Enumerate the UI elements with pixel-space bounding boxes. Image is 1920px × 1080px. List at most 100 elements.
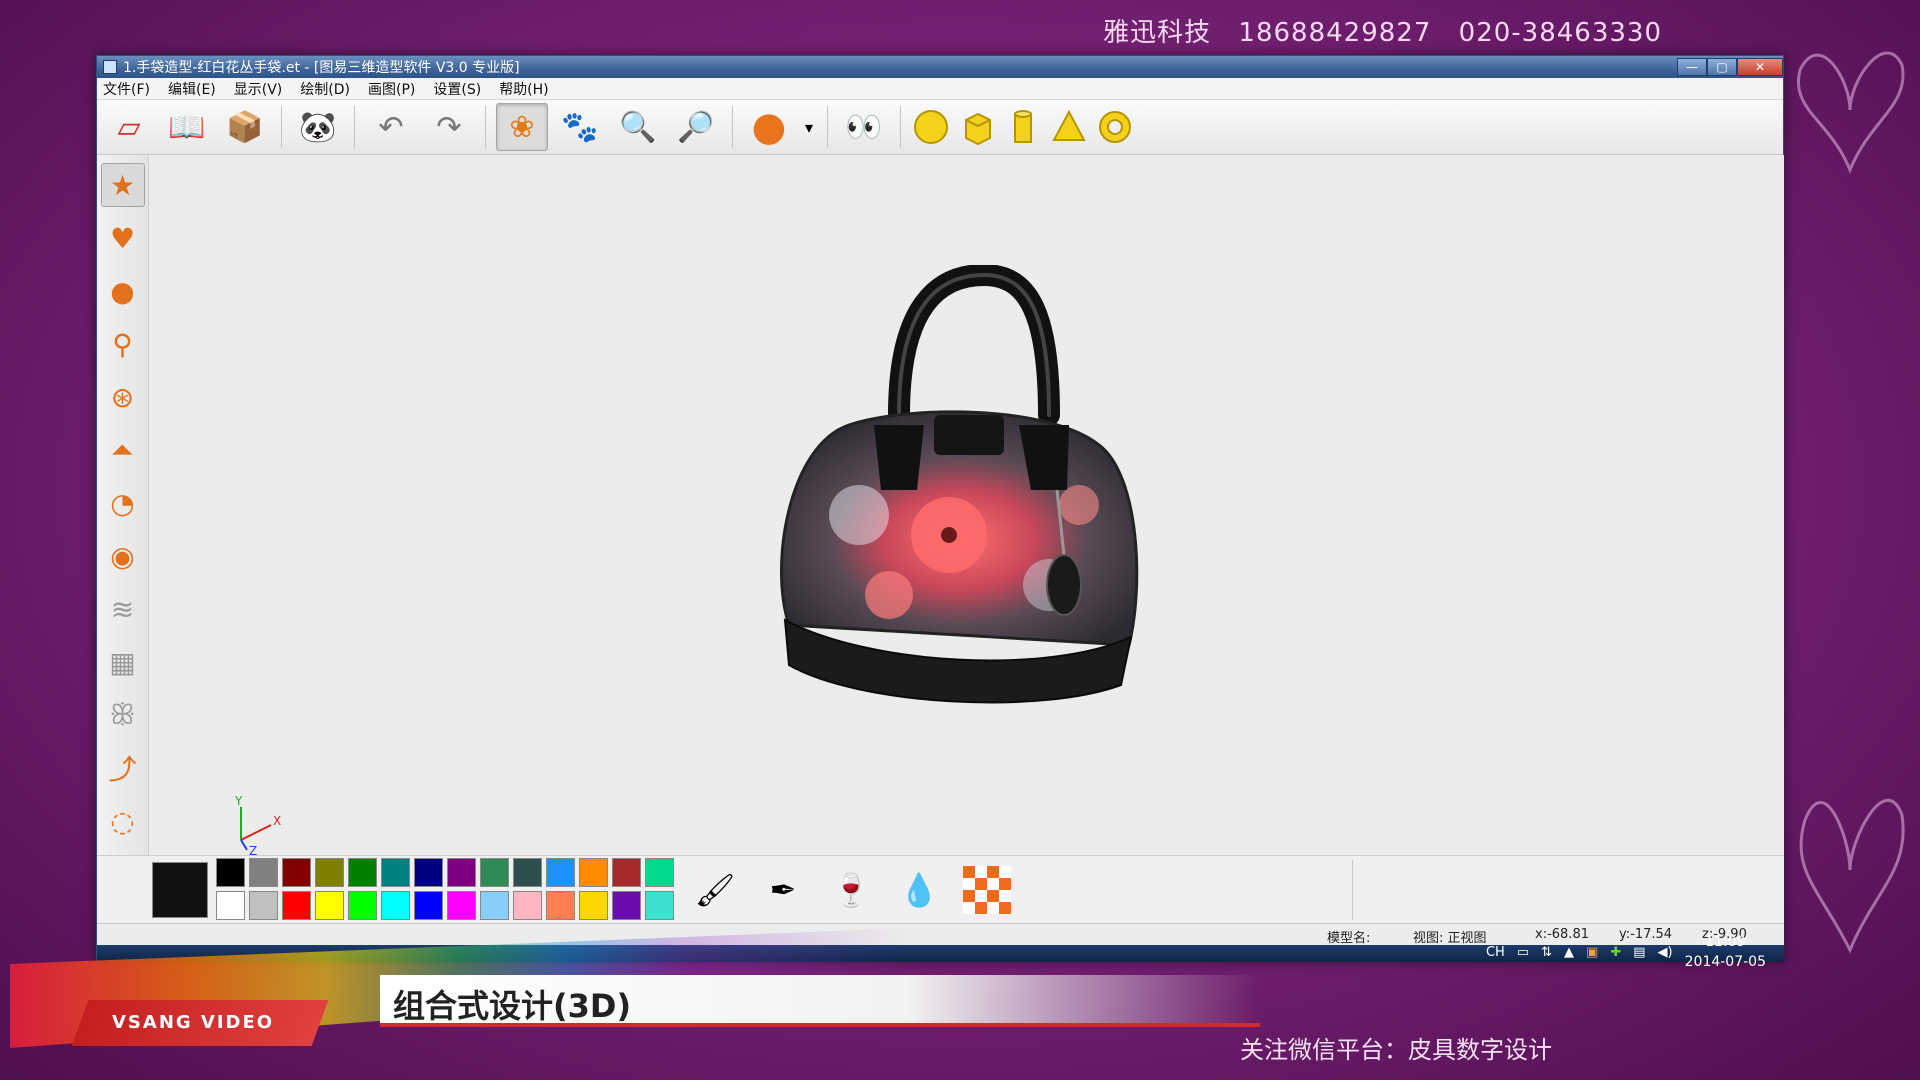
heart-tool-icon[interactable]: ♥ [101,216,145,260]
color-swatch[interactable] [645,890,674,920]
open-icon[interactable]: 📖 [161,103,213,151]
paint-bar: 🖌 ✒ 🍷 💧 [97,855,1784,923]
cone-icon[interactable] [1049,107,1089,147]
color-swatch[interactable] [315,890,344,920]
color-swatch[interactable] [645,857,674,887]
dropdown-icon[interactable]: ▾ [801,103,817,151]
maximize-button[interactable]: ▢ [1707,58,1737,76]
torus-icon[interactable] [1095,107,1135,147]
face-icon[interactable]: 🐼 [292,103,344,151]
grid-tool-icon[interactable]: ▦ [101,640,145,684]
pin-tool-icon[interactable]: ⚲ [101,322,145,366]
color-swatch[interactable] [249,890,278,920]
color-swatch[interactable] [348,857,377,887]
color-swatch[interactable] [612,857,641,887]
curve-tool-icon[interactable]: ⤴ [101,746,145,790]
redo-icon[interactable]: ↷ [423,103,475,151]
menu-settings[interactable]: 设置(S) [433,79,481,99]
goblet-icon[interactable]: 🍷 [824,863,878,917]
color-swatch[interactable] [282,890,311,920]
ball-tool-icon[interactable]: ● [101,269,145,313]
zoom-out-icon[interactable]: 🔎 [670,103,722,151]
undo-icon[interactable]: ↶ [365,103,417,151]
menu-paint[interactable]: 画图(P) [368,79,415,99]
handbag-model[interactable] [749,265,1169,715]
menu-view[interactable]: 显示(V) [234,79,283,99]
color-swatch[interactable] [579,890,608,920]
axis-gizmo: Y X Z [234,795,281,855]
brand-text: VSANG VIDEO [112,1012,275,1033]
color-swatch[interactable] [249,857,278,887]
pie-tool-icon[interactable]: ◔ [101,481,145,525]
brush-icon[interactable]: 🖌 [688,863,742,917]
zoom-in-icon[interactable]: 🔍 [612,103,664,151]
color-swatch[interactable] [513,857,542,887]
menu-file[interactable]: 文件(F) [103,79,150,99]
color-swatch[interactable] [381,857,410,887]
rotate-icon[interactable]: ❀ [496,103,548,151]
tray-icon[interactable]: ▭ [1517,945,1529,960]
color-swatch[interactable] [579,857,608,887]
color-swatch[interactable] [546,890,575,920]
status-view: 视图: 正视图 [1413,931,1487,946]
color-swatch[interactable] [480,890,509,920]
color-swatch[interactable] [480,857,509,887]
new-icon[interactable]: ▱ [103,103,155,151]
clock-time: 11:09 [1705,934,1746,950]
toolbar-separator [354,106,355,148]
star-tool-icon[interactable]: ★ [100,163,145,207]
tray-icon[interactable]: ▣ [1586,945,1598,960]
pan-icon[interactable]: 🐾 [554,103,606,151]
network-icon[interactable]: ▤ [1633,945,1645,960]
cube-icon[interactable] [957,107,997,147]
color-swatch[interactable] [447,890,476,920]
axis-y-label: Y [234,795,243,808]
save-icon[interactable]: 📦 [219,103,271,151]
menu-bar: 文件(F) 编辑(E) 显示(V) 绘制(D) 画图(P) 设置(S) 帮助(H… [97,78,1783,100]
color-swatch[interactable] [414,890,443,920]
3d-viewport[interactable]: Y X Z [149,155,1784,855]
color-swatch[interactable] [216,857,245,887]
toolbar-separator [827,106,828,148]
caption-bar: 组合式设计(3D) [380,975,1260,1027]
tray-expand-icon[interactable]: ▲ [1564,945,1574,960]
bell-tool-icon[interactable]: ⏶ [101,428,145,472]
minimize-button[interactable]: — [1677,58,1707,76]
color-swatch[interactable] [447,857,476,887]
color-swatch[interactable] [414,857,443,887]
color-swatch[interactable] [315,857,344,887]
color-swatch[interactable] [612,890,641,920]
color-swatch[interactable] [216,890,245,920]
contact-header: 雅迅科技 18688429827 020-38463330 [1103,18,1662,48]
menu-draw[interactable]: 绘制(D) [300,79,350,99]
color-swatch[interactable] [546,857,575,887]
current-color-swatch[interactable] [152,861,208,918]
lasso-tool-icon[interactable]: ◌ [101,799,145,843]
tray-icon[interactable]: ⇅ [1541,945,1552,960]
view-eyes-icon[interactable]: 👀 [838,103,890,151]
volume-icon[interactable]: ◀) [1658,945,1673,960]
language-indicator[interactable]: CH [1486,945,1505,960]
render-ball-icon[interactable]: ● [743,103,795,151]
menu-help[interactable]: 帮助(H) [499,79,548,99]
color-palette [216,857,676,922]
tray-icon[interactable]: ✚ [1610,945,1621,960]
color-swatch[interactable] [513,890,542,920]
wave-tool-icon[interactable]: ≋ [101,587,145,631]
drop-icon[interactable]: 💧 [892,863,946,917]
disc-tool-icon[interactable]: ◉ [101,534,145,578]
checker-icon[interactable] [960,863,1014,917]
wechat-notice: 关注微信平台：皮具数字设计 [1240,1036,1552,1064]
butterfly-tool-icon[interactable]: ꕥ [101,693,145,737]
title-bar[interactable]: 1.手袋造型-红白花丛手袋.et - [图易三维造型软件 V3.0 专业版] —… [97,56,1783,78]
color-swatch[interactable] [348,890,377,920]
sphere-icon[interactable] [911,107,951,147]
menu-edit[interactable]: 编辑(E) [168,79,216,99]
gourd-tool-icon[interactable]: ⊛ [101,375,145,419]
cylinder-icon[interactable] [1003,107,1043,147]
clock[interactable]: 11:09 2014-07-05 [1685,932,1766,972]
color-swatch[interactable] [381,890,410,920]
color-swatch[interactable] [282,857,311,887]
close-button[interactable]: ✕ [1737,58,1783,76]
pen-brush-icon[interactable]: ✒ [756,863,810,917]
